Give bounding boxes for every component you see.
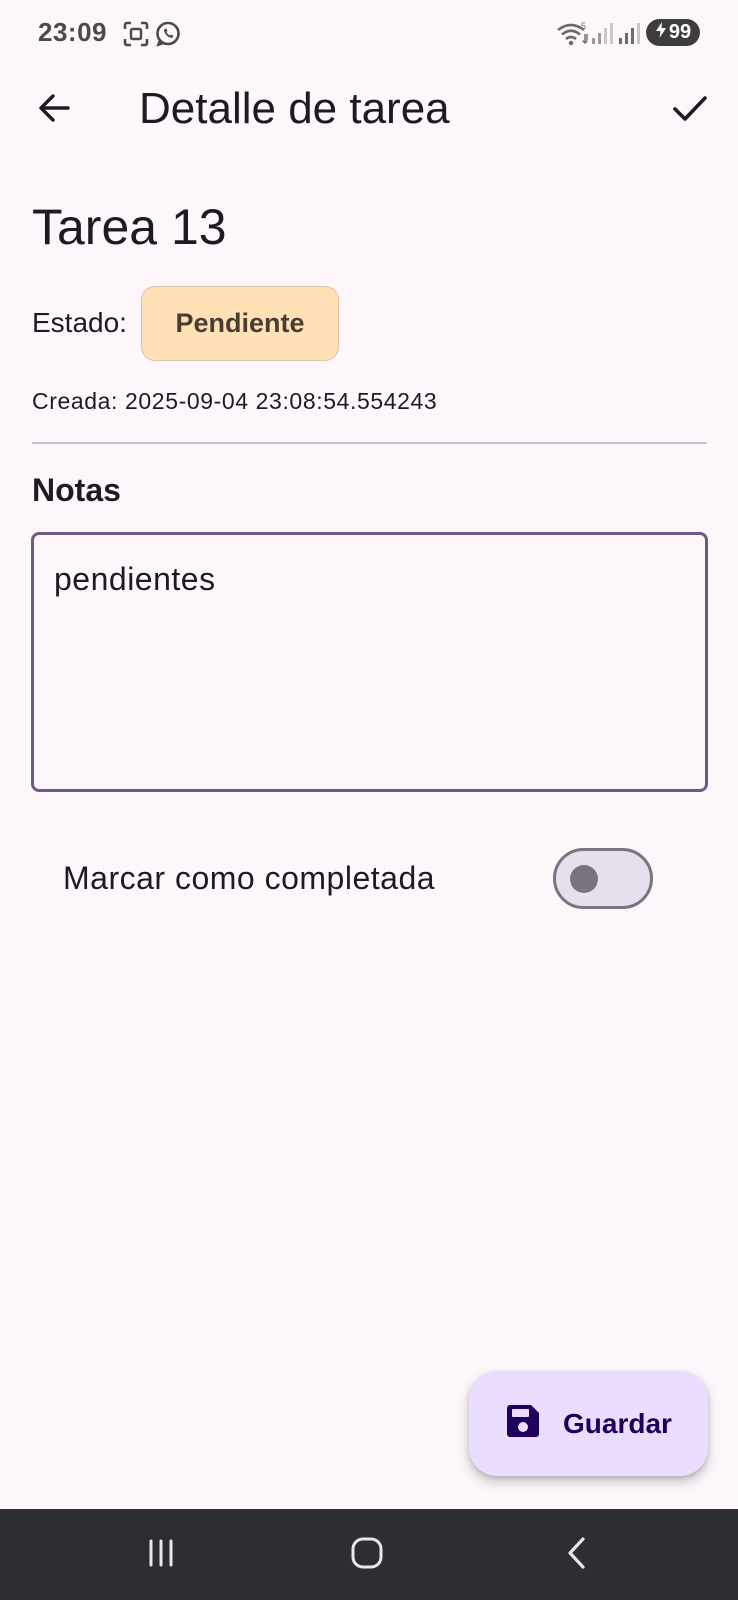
- svg-text:5: 5: [581, 21, 586, 31]
- arrow-back-icon: [36, 90, 72, 131]
- page-title: Detalle de tarea: [139, 84, 450, 133]
- signal-icon: [590, 20, 616, 51]
- divider: [32, 442, 707, 444]
- confirm-button[interactable]: [666, 86, 714, 134]
- back-button[interactable]: [30, 86, 78, 134]
- status-badge: Pendiente: [141, 286, 339, 361]
- switch-thumb: [570, 865, 598, 893]
- status-time: 23:09: [38, 17, 107, 47]
- status-bar: 23:09 5 99: [0, 0, 738, 66]
- created-timestamp: Creada: 2025-09-04 23:08:54.554243: [32, 388, 438, 414]
- check-icon: [671, 89, 709, 132]
- system-nav-bar: [0, 1509, 738, 1600]
- notes-heading: Notas: [32, 472, 121, 508]
- recent-apps-icon: [145, 1537, 177, 1574]
- task-title: Tarea 13: [32, 199, 227, 255]
- complete-toggle-label: Marcar como completada: [63, 860, 436, 896]
- battery-indicator: 99: [646, 19, 700, 46]
- task-detail-screen: 23:09 5 99 Detalle de tarea Tarea 13 Est…: [0, 0, 738, 1600]
- complete-toggle-row[interactable]: Marcar como completada: [0, 840, 738, 920]
- recent-apps-button[interactable]: [136, 1531, 186, 1579]
- app-bar: Detalle de tarea: [0, 66, 738, 158]
- signal-icon: [617, 20, 643, 51]
- home-button[interactable]: [342, 1531, 392, 1579]
- battery-charging-icon: [655, 21, 667, 45]
- home-icon: [350, 1536, 384, 1575]
- save-button[interactable]: Guardar: [469, 1371, 708, 1476]
- whatsapp-icon: [154, 20, 182, 53]
- notes-field[interactable]: pendientes: [31, 532, 708, 792]
- nav-back-button[interactable]: [552, 1531, 602, 1579]
- back-icon: [562, 1536, 592, 1575]
- complete-toggle-switch[interactable]: [553, 848, 653, 909]
- screen-capture-icon: [122, 20, 150, 53]
- save-icon: [503, 1401, 543, 1446]
- status-label: Estado:: [32, 307, 127, 338]
- save-button-label: Guardar: [563, 1407, 672, 1439]
- battery-level: 99: [668, 21, 692, 43]
- wifi-icon: 5: [556, 20, 590, 53]
